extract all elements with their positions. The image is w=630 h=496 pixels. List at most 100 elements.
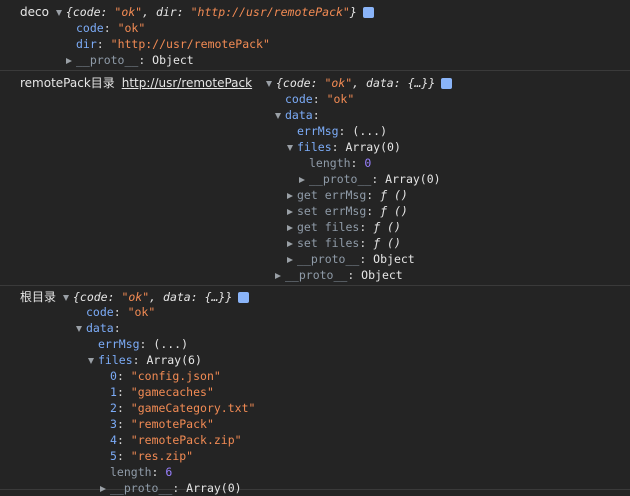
info-icon[interactable] (238, 292, 250, 303)
console-entry-deco: deco {code: "ok", dir: "http://usr/remot… (0, 0, 630, 71)
log-label: deco (20, 5, 49, 19)
preview-key: code (79, 290, 108, 304)
collapsed-triangle-icon[interactable] (287, 192, 293, 199)
preview-value: "ok" (114, 5, 143, 19)
prop-data[interactable]: data: (275, 107, 320, 123)
expanded-triangle-icon[interactable] (287, 144, 293, 151)
prop-key: errMsg (98, 337, 140, 351)
prop-errmsg[interactable]: errMsg: (...) (98, 336, 188, 352)
expanded-triangle-icon[interactable] (62, 294, 69, 301)
array-value: "remotePack" (130, 417, 214, 431)
prop-key: dir (76, 37, 97, 51)
array-index: 0 (110, 369, 117, 383)
prop-value[interactable]: (...) (153, 337, 188, 351)
console-entry-root: 根目录 {code: "ok", data: {…}} code: "ok" d… (0, 285, 630, 495)
accessor-row[interactable]: set files: ƒ () (287, 235, 401, 251)
array-index: 3 (110, 417, 117, 431)
prop-files-proto[interactable]: __proto__: Array(0) (100, 480, 242, 496)
prop-value: 6 (165, 465, 173, 479)
collapsed-triangle-icon[interactable] (287, 240, 293, 247)
array-index: 4 (110, 433, 117, 447)
devtools-console: deco {code: "ok", dir: "http://usr/remot… (0, 0, 630, 495)
preview-key: dir (155, 5, 177, 19)
prop-value: Object (361, 268, 403, 282)
object-preview[interactable]: {code: "ok", data: {…}} (73, 290, 232, 304)
accessor-row[interactable]: get errMsg: ƒ () (287, 187, 408, 203)
prop-value: Array(0) (385, 172, 441, 186)
log-line: deco {code: "ok", dir: "http://usr/remot… (20, 4, 374, 20)
prop-value: "ok" (117, 21, 146, 35)
preview-key: data (366, 76, 394, 90)
array-item: 2: "gameCategory.txt" (110, 401, 256, 415)
prop-errmsg[interactable]: errMsg: (...) (297, 123, 387, 139)
accessor-kind: get (297, 220, 318, 234)
prop-key: files (98, 353, 133, 367)
accessor-name: files (324, 236, 360, 250)
prop-proto[interactable]: __proto__: Object (66, 52, 194, 68)
preview-value: "ok" (324, 76, 353, 90)
expanded-triangle-icon[interactable] (55, 9, 62, 16)
expanded-triangle-icon[interactable] (88, 357, 94, 364)
prop-value: "ok" (127, 305, 156, 319)
info-icon[interactable] (441, 78, 453, 89)
preview-value: "ok" (121, 290, 150, 304)
object-preview[interactable]: {code: "ok", data: {…}} (276, 76, 435, 90)
preview-value: {…} (407, 76, 429, 90)
accessor-row[interactable]: set errMsg: ƒ () (287, 203, 408, 219)
array-value: "gamecaches" (130, 385, 214, 399)
prop-key: code (76, 21, 104, 35)
log-line: 根目录 {code: "ok", data: {…}} (20, 289, 250, 305)
prop-value: Object (373, 252, 415, 266)
preview-key: data (163, 290, 191, 304)
array-value: "res.zip" (130, 449, 194, 463)
log-label: remotePack目录 (20, 76, 115, 90)
collapsed-triangle-icon[interactable] (287, 208, 293, 215)
array-item: 1: "gamecaches" (110, 385, 214, 399)
prop-key: code (285, 92, 313, 106)
object-preview[interactable]: {code: "ok", dir: "http://usr/remotePack… (66, 5, 357, 19)
prop-files-proto[interactable]: __proto__: Array(0) (299, 171, 441, 187)
preview-key: code (282, 76, 311, 90)
info-icon[interactable] (362, 7, 374, 18)
accessor-kind: set (297, 236, 318, 250)
url-link[interactable]: http://usr/remotePack (122, 76, 252, 90)
expanded-triangle-icon[interactable] (265, 80, 272, 87)
prop-key: __proto__ (297, 252, 360, 266)
prop-data[interactable]: data: (76, 320, 121, 336)
collapsed-triangle-icon[interactable] (275, 272, 281, 279)
accessor-value: ƒ () (380, 188, 408, 202)
prop-proto[interactable]: __proto__: Object (275, 267, 403, 283)
prop-value[interactable]: (...) (352, 124, 387, 138)
array-index: 5 (110, 449, 117, 463)
accessor-row[interactable]: get files: ƒ () (287, 219, 401, 235)
prop-length: length: 6 (110, 465, 173, 479)
collapsed-triangle-icon[interactable] (66, 57, 72, 64)
array-item: 5: "res.zip" (110, 449, 194, 463)
prop-value: Array(0) (345, 140, 401, 154)
accessor-name: files (324, 220, 360, 234)
prop-files[interactable]: files: Array(0) (287, 139, 401, 155)
expanded-triangle-icon[interactable] (275, 112, 281, 119)
prop-data-proto[interactable]: __proto__: Object (287, 251, 415, 267)
array-value: "config.json" (130, 369, 221, 383)
prop-files[interactable]: files: Array(6) (88, 352, 202, 368)
prop-value: Array(0) (186, 481, 242, 495)
collapsed-triangle-icon[interactable] (287, 224, 293, 231)
prop-code: code: "ok" (86, 305, 156, 319)
prop-key: data (86, 321, 114, 335)
collapsed-triangle-icon[interactable] (299, 176, 305, 183)
preview-value: "http://usr/remotePack" (190, 5, 350, 19)
prop-code: code: "ok" (76, 21, 146, 35)
brace: } (225, 290, 233, 304)
prop-value: "ok" (326, 92, 355, 106)
accessor-value: ƒ () (373, 236, 401, 250)
prop-key: length (110, 465, 152, 479)
array-item: 0: "config.json" (110, 369, 221, 383)
preview-value: {…} (204, 290, 226, 304)
array-index: 2 (110, 401, 117, 415)
collapsed-triangle-icon[interactable] (287, 256, 293, 263)
prop-key: length (309, 156, 351, 170)
accessor-kind: get (297, 188, 318, 202)
expanded-triangle-icon[interactable] (76, 325, 82, 332)
prop-key: __proto__ (110, 481, 173, 495)
